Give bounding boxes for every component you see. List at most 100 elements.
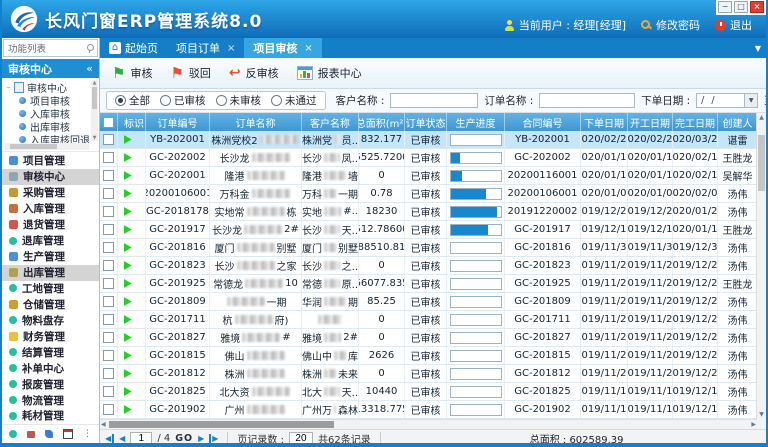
column-header-完工日期[interactable]: 完工日期	[673, 113, 718, 131]
radio-icon[interactable]	[271, 95, 282, 106]
row-checkbox[interactable]	[103, 170, 114, 181]
pen-icon[interactable]	[45, 430, 53, 438]
pin-icon[interactable]	[86, 44, 93, 53]
tree-item[interactable]: 出库审核	[6, 120, 89, 133]
select-all-checkbox[interactable]	[103, 117, 114, 128]
table-row[interactable]: ▶GC-201827雅境#雅境2#0已审核GC-2018272019/11/20…	[100, 329, 757, 347]
table-row[interactable]: ▶GC-201816厦门别墅厦门别墅188510.818已审核GC-201816…	[100, 239, 757, 257]
table-row[interactable]: ▶GC-202001隆港隆港墙0已审核202001160012020/01/16…	[100, 167, 757, 185]
radio-未审核[interactable]: 未审核	[216, 93, 262, 108]
minimize-button[interactable]: −	[718, 1, 732, 13]
scroll-up-icon[interactable]: ▲	[91, 80, 98, 86]
book-icon[interactable]	[63, 429, 73, 439]
radio-icon[interactable]	[160, 95, 171, 106]
反审核-button[interactable]: ↩反审核	[229, 65, 279, 81]
scroll-thumb[interactable]	[10, 144, 57, 149]
radio-已审核[interactable]: 已审核	[160, 93, 206, 108]
prev-page-button[interactable]: ◀	[119, 434, 125, 444]
table-row[interactable]: ▶GC-201917长沙龙2#长沙天..8512.78600..已审核GC-20…	[100, 221, 757, 239]
sidebar-item-入库管理[interactable]: 入库管理	[2, 201, 99, 217]
table-row[interactable]: ▶GC-2018178实地常栋实地#..18230已审核201912200022…	[100, 203, 757, 221]
row-checkbox[interactable]	[103, 260, 114, 271]
scroll-right-icon[interactable]: ▶	[751, 420, 756, 429]
column-header-开工日期[interactable]: 开工日期	[628, 113, 673, 131]
tree-root-node[interactable]: – 审核中心	[6, 81, 89, 94]
radio-全部[interactable]: 全部	[115, 93, 150, 108]
column-header-总面积(m²)[interactable]: 总面积(m²)	[359, 113, 405, 131]
scroll-up-icon[interactable]: ▲	[757, 114, 766, 121]
sidebar-item-财务管理[interactable]: 财务管理	[2, 328, 99, 344]
column-header-订单名称[interactable]: 订单名称	[210, 113, 302, 131]
sidebar-item-审核中心[interactable]: 审核中心	[2, 169, 99, 185]
column-header-下单日期[interactable]: 下单日期	[581, 113, 628, 131]
grid-horizontal-scrollbar[interactable]: ◀ ▶	[100, 419, 757, 429]
column-header-创建人[interactable]: 创建人	[718, 113, 757, 131]
row-checkbox[interactable]	[103, 386, 114, 397]
row-checkbox[interactable]	[103, 404, 114, 415]
order-date-input[interactable]: / / ▼	[696, 93, 758, 108]
sidebar-item-项目管理[interactable]: 项目管理	[2, 153, 99, 169]
radio-icon[interactable]	[216, 95, 227, 106]
row-checkbox[interactable]	[103, 368, 114, 379]
sidebar-item-退库管理[interactable]: 退库管理	[2, 233, 99, 249]
tree-item[interactable]: 入库审核	[6, 107, 89, 120]
tab-overflow-icon[interactable]: ▼	[755, 38, 761, 58]
tab-项目审核[interactable]: 项目审核×	[244, 38, 321, 58]
column-header-合同编号[interactable]: 合同编号	[505, 113, 581, 131]
sidebar-item-补单中心[interactable]: 补单中心	[2, 360, 99, 376]
审核-button[interactable]: ⚑审核	[112, 65, 152, 81]
tree-vertical-scrollbar[interactable]: ▲ ▼	[91, 80, 98, 141]
table-row[interactable]: ▶GC-201823长沙之家长沙之..0已审核GC-2018232019/11/…	[100, 257, 757, 275]
column-header-客户名称[interactable]: 客户名称	[302, 113, 359, 131]
sidebar-item-退货管理[interactable]: 退货管理	[2, 217, 99, 233]
tab-项目订单[interactable]: 项目订单×	[167, 38, 244, 58]
column-header-订单状态[interactable]: 订单状态	[405, 113, 447, 131]
column-header-标识[interactable]: 标识	[118, 113, 146, 131]
table-row[interactable]: ▶GC-201812株洲株洲未来0已审核GC-2018122019/11/202…	[100, 365, 757, 383]
sidebar-item-仓储管理[interactable]: 仓储管理	[2, 296, 99, 312]
table-row[interactable]: ▶GC-201809一期华润期85.25已审核GC-2018092019/11/…	[100, 293, 757, 311]
scroll-thumb[interactable]	[109, 421, 334, 428]
sidebar-item-报废管理[interactable]: 报废管理	[2, 376, 99, 392]
table-row[interactable]: ▶YB-202001株洲党校2株洲党员..832.177已审核YB-202001…	[100, 131, 757, 149]
logout-button[interactable]: 退出	[715, 17, 752, 33]
scroll-left-icon[interactable]: ◀	[101, 420, 106, 429]
sidebar-item-物流管理[interactable]: 物流管理	[2, 392, 99, 408]
column-header-选择[interactable]	[100, 113, 118, 131]
cart-icon[interactable]	[27, 431, 35, 438]
column-header-生产进度[interactable]: 生产进度	[447, 113, 505, 131]
sidebar-item-生产管理[interactable]: 生产管理	[2, 249, 99, 265]
table-row[interactable]: ▶GC-201815佛山佛山中库2626已审核GC-2018152019/11/…	[100, 347, 757, 365]
sidebar-item-采购管理[interactable]: 采购管理	[2, 185, 99, 201]
sidebar-item-物料盘存[interactable]: 物料盘存	[2, 312, 99, 328]
table-row[interactable]: ▶GC-202002长沙龙长沙凤..65525.7200..已审核GC-2020…	[100, 149, 757, 167]
row-checkbox[interactable]	[103, 350, 114, 361]
change-password-button[interactable]: 修改密码	[641, 17, 700, 33]
报表中心-button[interactable]: 报表中心	[297, 65, 362, 81]
order-name-input[interactable]	[539, 93, 635, 108]
sidebar-item-工地管理[interactable]: 工地管理	[2, 281, 99, 297]
scroll-down-icon[interactable]: ▼	[91, 135, 98, 141]
row-checkbox[interactable]	[103, 152, 114, 163]
sidebar-item-出库管理[interactable]: 出库管理	[2, 265, 99, 281]
radio-icon[interactable]	[115, 95, 126, 106]
customer-name-input[interactable]	[390, 93, 478, 108]
first-page-button[interactable]: ◀	[105, 434, 114, 444]
scroll-thumb[interactable]	[758, 135, 765, 191]
tree-horizontal-scrollbar[interactable]	[4, 143, 89, 150]
scroll-down-icon[interactable]: ▼	[757, 411, 766, 418]
maximize-button[interactable]: □	[734, 1, 748, 13]
table-row[interactable]: ▶GC-201925常德龙10常德原..266077.835..已审核GC-20…	[100, 275, 757, 293]
row-checkbox[interactable]	[103, 314, 114, 325]
radio-未通过[interactable]: 未通过	[271, 93, 317, 108]
column-header-订单编号[interactable]: 订单编号	[146, 113, 210, 131]
table-row[interactable]: ▶GC-201711杭府)0已审核GC-2017112019/11/202019…	[100, 311, 757, 329]
table-row[interactable]: ▶GC-201902广州广州万森林13318.775已审核GC-20190220…	[100, 401, 757, 419]
grid-vertical-scrollbar[interactable]: ▲ ▼	[756, 113, 766, 419]
close-button[interactable]: ×	[750, 1, 764, 13]
row-checkbox[interactable]	[103, 224, 114, 235]
last-page-button[interactable]: ▶	[209, 434, 218, 444]
row-checkbox[interactable]	[103, 332, 114, 343]
function-list-box[interactable]: 功能列表	[3, 39, 98, 57]
table-row[interactable]: ▶20200106001万科金万科一期0.78已审核20200106001202…	[100, 185, 757, 203]
